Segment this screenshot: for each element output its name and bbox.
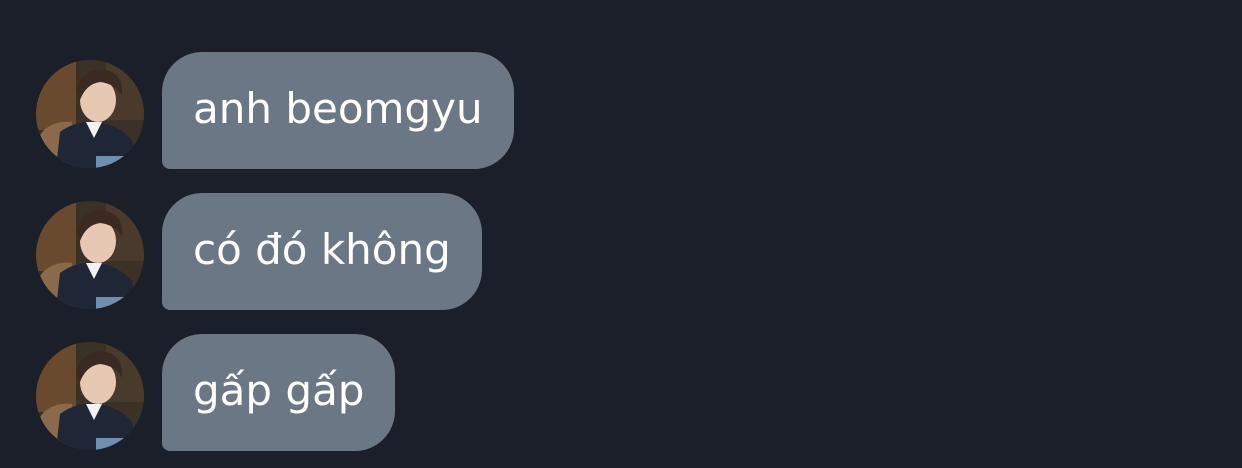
avatar-photo bbox=[36, 342, 144, 450]
message-text: anh beomgyu bbox=[193, 83, 483, 133]
message-bubble[interactable]: có đó không bbox=[162, 193, 482, 310]
avatar-photo bbox=[36, 201, 144, 309]
message-row: anh beomgyu bbox=[0, 52, 1242, 169]
sender-avatar[interactable] bbox=[36, 201, 144, 309]
sender-avatar[interactable] bbox=[36, 60, 144, 168]
avatar-photo bbox=[36, 60, 144, 168]
message-text: gấp gấp bbox=[193, 365, 365, 415]
message-row: gấp gấp bbox=[0, 334, 1242, 451]
message-thread: anh beomgyu có đó không gấp gấp bbox=[0, 0, 1242, 468]
message-bubble[interactable]: gấp gấp bbox=[162, 334, 396, 451]
message-row: có đó không bbox=[0, 193, 1242, 310]
message-text: có đó không bbox=[193, 224, 451, 274]
sender-avatar[interactable] bbox=[36, 342, 144, 450]
message-bubble[interactable]: anh beomgyu bbox=[162, 52, 514, 169]
